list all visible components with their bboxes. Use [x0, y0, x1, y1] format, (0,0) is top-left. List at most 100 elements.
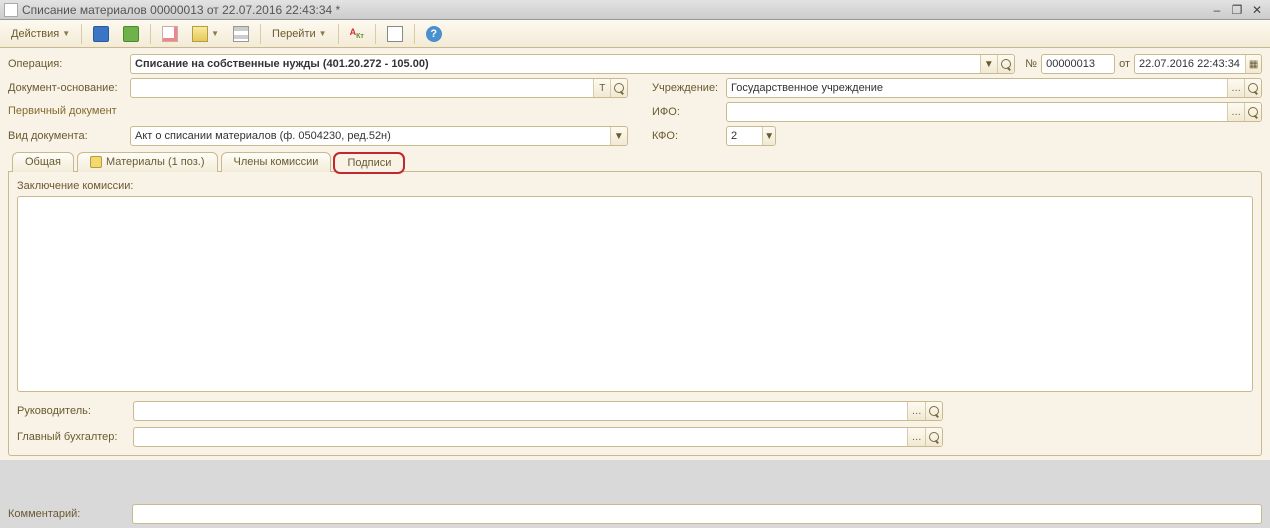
window-title: Списание материалов 00000013 от 22.07.20…	[22, 3, 1206, 17]
more-button[interactable]: …	[907, 402, 924, 420]
label-comment: Комментарий:	[8, 508, 126, 520]
doc-type-input[interactable]	[131, 127, 610, 145]
dropdown-button[interactable]: ▼	[980, 55, 997, 73]
help-icon: ?	[426, 26, 442, 42]
search-button[interactable]	[610, 79, 627, 97]
label-number: №	[1025, 58, 1037, 70]
more-button[interactable]: …	[1227, 103, 1244, 121]
akt-button[interactable]: АКт	[345, 23, 369, 45]
app-icon	[4, 3, 18, 17]
list-icon	[233, 26, 249, 42]
tabs: Общая Материалы (1 поз.) Члены комиссии …	[12, 152, 1262, 172]
row-chief-acc: Главный бухгалтер: …	[17, 427, 1253, 447]
ifo-input[interactable]	[727, 103, 1227, 121]
list-button[interactable]	[228, 23, 254, 45]
separator	[414, 24, 415, 44]
date-input[interactable]	[1135, 55, 1245, 73]
refresh-icon	[123, 26, 139, 42]
operation-field[interactable]: ▼	[130, 54, 1015, 74]
goto-label: Перейти	[272, 28, 316, 40]
head-field[interactable]: …	[133, 401, 943, 421]
help-button[interactable]: ?	[421, 23, 447, 45]
save-icon	[93, 26, 109, 42]
save-button[interactable]	[88, 23, 114, 45]
tab-materials[interactable]: Материалы (1 поз.)	[77, 152, 218, 172]
label-head: Руководитель:	[17, 405, 127, 417]
section-primary-doc: Первичный документ	[8, 105, 628, 119]
kfo-input[interactable]	[727, 127, 762, 145]
tab-general[interactable]: Общая	[12, 152, 74, 172]
maximize-button[interactable]: ❐	[1228, 2, 1246, 18]
tree-button[interactable]: ▼	[187, 23, 224, 45]
chief-acc-field[interactable]: …	[133, 427, 943, 447]
comment-field[interactable]	[132, 504, 1262, 524]
label-operation: Операция:	[8, 58, 126, 70]
refresh-button[interactable]	[118, 23, 144, 45]
tab-signatures-label: Подписи	[347, 157, 391, 169]
actions-label: Действия	[11, 28, 59, 40]
head-input[interactable]	[134, 402, 907, 420]
separator	[375, 24, 376, 44]
separator	[338, 24, 339, 44]
dropdown-button[interactable]: ▼	[610, 127, 627, 145]
institution-input[interactable]	[727, 79, 1227, 97]
form-area: Операция: ▼ № от ▦ Документ-основание: T…	[0, 48, 1270, 460]
tab-panel-signatures: Заключение комиссии: Руководитель: … Гла…	[8, 171, 1262, 456]
search-button[interactable]	[1244, 103, 1261, 121]
row-operation: Операция: ▼ № от ▦	[8, 54, 1262, 74]
materials-icon	[90, 156, 102, 168]
doc-icon	[162, 26, 178, 42]
goto-menu[interactable]: Перейти ▼	[267, 23, 332, 45]
tab-commission-label: Члены комиссии	[234, 156, 319, 168]
dropdown-button[interactable]: ▼	[762, 127, 775, 145]
search-button[interactable]	[1244, 79, 1261, 97]
doc-button[interactable]	[157, 23, 183, 45]
tab-signatures[interactable]: Подписи	[334, 153, 404, 173]
search-button[interactable]	[997, 55, 1014, 73]
doc-basis-field[interactable]: T	[130, 78, 628, 98]
report-icon	[387, 26, 403, 42]
comment-input[interactable]	[133, 505, 1261, 523]
text-button[interactable]: T	[593, 79, 610, 97]
number-field[interactable]	[1041, 54, 1115, 74]
institution-field[interactable]: …	[726, 78, 1262, 98]
chevron-down-icon: ▼	[211, 29, 219, 38]
more-button[interactable]: …	[907, 428, 924, 446]
separator	[81, 24, 82, 44]
operation-input[interactable]	[131, 55, 980, 73]
separator	[260, 24, 261, 44]
chevron-down-icon: ▼	[319, 29, 327, 38]
label-kfo: КФО:	[652, 130, 722, 142]
report-button[interactable]	[382, 23, 408, 45]
tree-icon	[192, 26, 208, 42]
row-primary-ifo: Первичный документ ИФО: …	[8, 102, 1262, 122]
tab-general-label: Общая	[25, 156, 61, 168]
label-doc-type: Вид документа:	[8, 130, 126, 142]
row-comment: Комментарий:	[8, 504, 1262, 524]
search-button[interactable]	[925, 428, 942, 446]
close-button[interactable]: ✕	[1248, 2, 1266, 18]
search-button[interactable]	[925, 402, 942, 420]
tab-materials-label: Материалы (1 поз.)	[106, 156, 205, 168]
chief-acc-input[interactable]	[134, 428, 907, 446]
label-conclusion: Заключение комиссии:	[17, 180, 1253, 192]
label-chief-acc: Главный бухгалтер:	[17, 431, 127, 443]
number-input[interactable]	[1042, 55, 1114, 73]
label-doc-basis: Документ-основание:	[8, 82, 126, 94]
ifo-field[interactable]: …	[726, 102, 1262, 122]
label-institution: Учреждение:	[652, 82, 722, 94]
label-from: от	[1119, 58, 1130, 70]
tab-commission[interactable]: Члены комиссии	[221, 152, 332, 172]
doc-type-field[interactable]: ▼	[130, 126, 628, 146]
akt-icon: АКт	[350, 27, 364, 40]
date-field[interactable]: ▦	[1134, 54, 1262, 74]
calendar-button[interactable]: ▦	[1245, 55, 1261, 73]
actions-menu[interactable]: Действия ▼	[6, 23, 75, 45]
minimize-button[interactable]: –	[1208, 2, 1226, 18]
kfo-field[interactable]: ▼	[726, 126, 776, 146]
more-button[interactable]: …	[1227, 79, 1244, 97]
toolbar: Действия ▼ ▼ Перейти ▼ АКт ?	[0, 20, 1270, 48]
conclusion-textarea[interactable]	[17, 196, 1253, 392]
separator	[150, 24, 151, 44]
doc-basis-input[interactable]	[131, 79, 593, 97]
